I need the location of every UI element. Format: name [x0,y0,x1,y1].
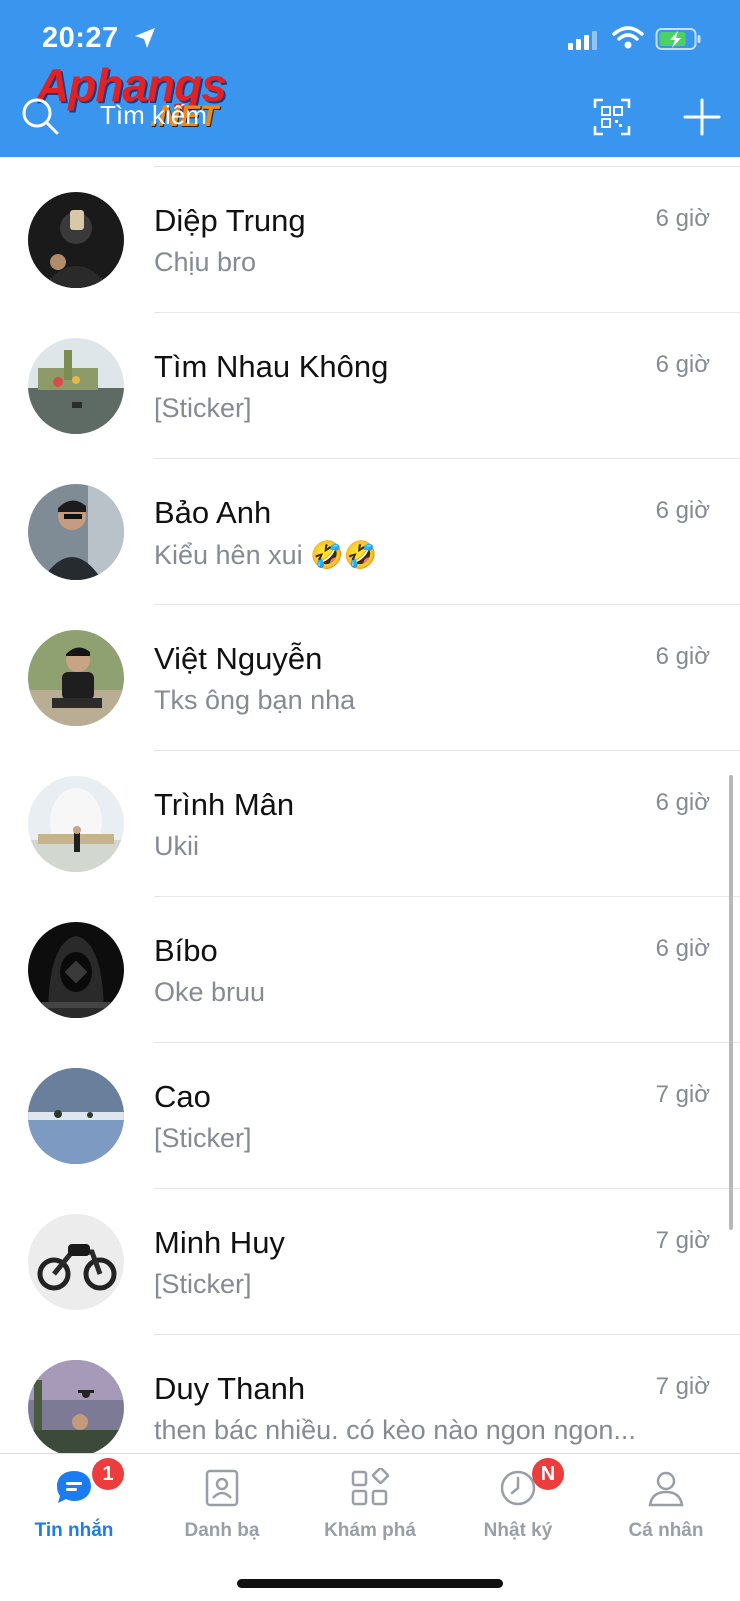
cellular-signal-icon [568,31,597,50]
wifi-icon [612,26,644,49]
avatar[interactable] [28,192,124,288]
tab-messages[interactable]: 1 Tin nhắn [0,1454,148,1554]
conversation-time: 7 giờ [655,1227,710,1254]
conversation-preview: [Sticker] [154,393,252,423]
conversation-time: 6 giờ [655,643,710,670]
tab-profile[interactable]: Cá nhân [592,1454,740,1554]
conversation-preview: Ukii [154,831,199,861]
contacts-icon [205,1469,239,1507]
conversation-item[interactable]: Duy Thanh then bác nhiều. có kèo nào ngo… [0,1335,740,1453]
conversation-name: Trình Mân [154,787,295,822]
conversation-item[interactable]: Cao [Sticker] 7 giờ [0,1043,740,1189]
tab-label: Khám phá [324,1520,416,1541]
conversation-preview: [Sticker] [154,1269,252,1299]
conversation-name: Việt Nguyễn [154,641,323,676]
conversation-time: 7 giờ [655,1081,710,1108]
conversation-item[interactable]: Bảo Anh Kiểu hên xui 🤣🤣 6 giờ [0,459,740,605]
conversation-preview: [Sticker] [154,1123,252,1153]
conversation-name: Tìm Nhau Không [154,349,389,384]
conversation-preview: Tks ông bạn nha [154,685,356,715]
home-indicator[interactable] [237,1579,503,1588]
conversation-preview: Chịu bro [154,247,257,277]
conversation-preview: Kiểu hên xui 🤣🤣 [154,540,378,570]
conversation-name: Diệp Trung [154,203,306,238]
conversation-name: Bảo Anh [154,495,272,530]
conversation-item[interactable]: Diệp Trung Chịu bro 6 giờ [0,167,740,313]
status-time: 20:27 [42,22,119,54]
avatar[interactable] [28,484,124,580]
conversation-preview: then bác nhiều. có kèo nào ngon ngon... [154,1415,636,1445]
conversation-item[interactable]: Tìm Nhau Không [Sticker] 6 giờ [0,313,740,459]
qr-scan-icon[interactable] [593,98,631,136]
discover-grid-icon [351,1468,390,1506]
conversation-item[interactable]: Bíbo Oke bruu 6 giờ [0,897,740,1043]
avatar[interactable] [28,1068,124,1164]
conversation-time: 6 giờ [655,497,710,524]
avatar[interactable] [28,776,124,872]
conversation-time: 6 giờ [655,789,710,816]
conversation-name: Duy Thanh [154,1371,306,1406]
bottom-tab-bar: 1 Tin nhắn Danh bạ Khám phá N Nhật ký Cá… [0,1453,740,1601]
search-input[interactable]: Tìm kiếm [100,100,207,131]
add-icon[interactable] [683,98,721,136]
avatar[interactable] [28,1214,124,1310]
conversation-name: Cao [154,1079,211,1114]
new-badge: N [532,1458,564,1490]
unread-badge: 1 [92,1458,124,1490]
person-icon [648,1471,684,1507]
conversation-item[interactable]: Minh Huy [Sticker] 7 giờ [0,1189,740,1335]
conversation-preview: Oke bruu [154,977,266,1007]
conversation-time: 6 giờ [655,205,710,232]
conversation-time: 7 giờ [655,1373,710,1400]
scrollbar[interactable] [729,775,733,1230]
conversation-item[interactable]: Trình Mân Ukii 6 giờ [0,751,740,897]
conversation-list[interactable]: Diệp Trung Chịu bro 6 giờ Tìm Nhau Không… [0,157,740,1453]
search-icon[interactable] [20,96,60,136]
tab-contacts[interactable]: Danh bạ [148,1454,296,1554]
battery-charging-icon [655,28,701,50]
app-header: 20:27 Aphangs .NET Tìm kiếm [0,0,740,157]
tab-label: Cá nhân [628,1520,704,1541]
conversation-time: 6 giờ [655,935,710,962]
conversation-item[interactable]: Việt Nguyễn Tks ông bạn nha 6 giờ [0,605,740,751]
avatar[interactable] [28,630,124,726]
conversation-name: Bíbo [154,933,218,968]
tab-timeline[interactable]: N Nhật ký [444,1454,592,1554]
conversation-name: Minh Huy [154,1225,285,1260]
tab-label: Danh bạ [184,1520,260,1541]
chat-bubble-icon [57,1471,91,1503]
avatar[interactable] [28,922,124,1018]
avatar[interactable] [28,338,124,434]
tab-label: Tin nhắn [34,1520,114,1541]
tab-discover[interactable]: Khám phá [296,1454,444,1554]
tab-label: Nhật ký [483,1520,553,1541]
location-arrow-icon [135,28,155,48]
avatar[interactable] [28,1360,124,1453]
conversation-time: 6 giờ [655,351,710,378]
